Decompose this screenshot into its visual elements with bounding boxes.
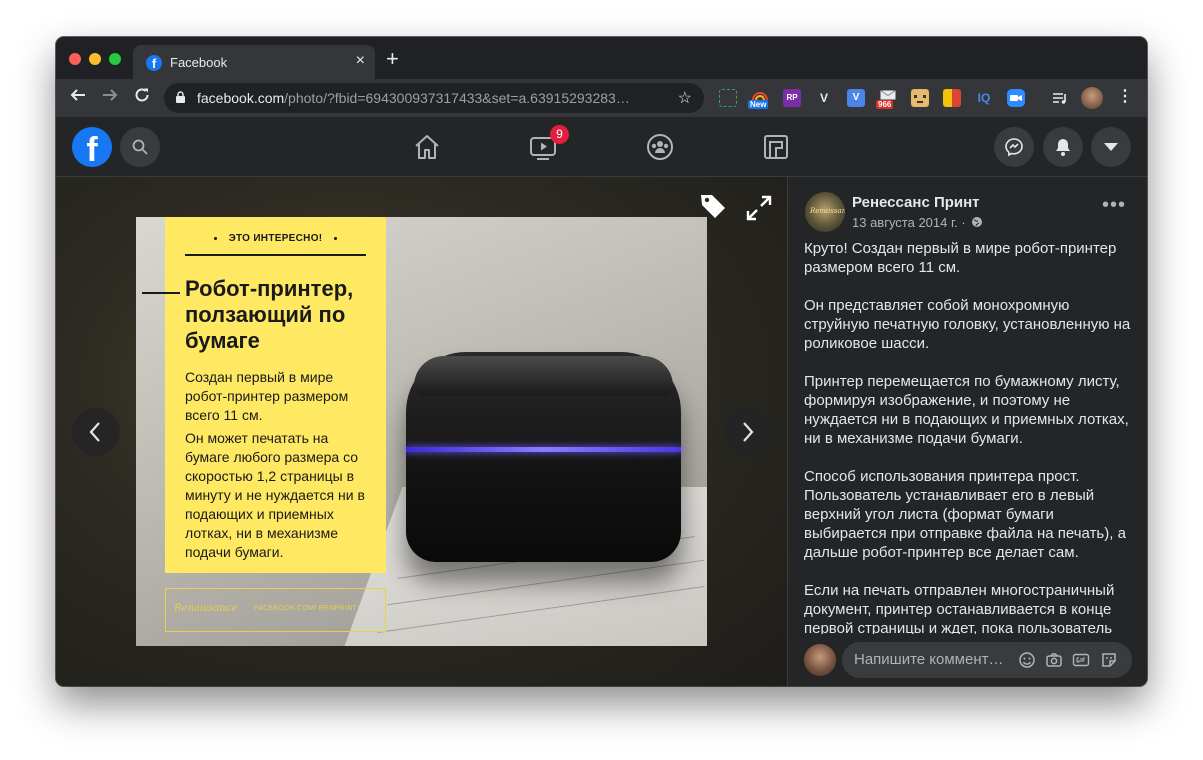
photo-footer-box: Renaissance FACEBOOK.COM/ RENPRINT (165, 588, 386, 632)
mail-count-badge: 966 (876, 100, 894, 109)
video-camera-icon (1010, 95, 1022, 101)
post-photo[interactable]: ЭТО ИНТЕРЕСНО! Робот-принтер, ползающий … (136, 217, 707, 646)
lock-icon (176, 91, 185, 103)
v-blue-ext-icon[interactable]: V (847, 89, 865, 107)
post-date[interactable]: 13 августа 2014 г. · (852, 215, 983, 230)
kicker: ЭТО ИНТЕРЕСНО! (185, 233, 366, 256)
post-author[interactable]: Ренессанс Принт (852, 194, 980, 211)
watch-notification-badge: 9 (550, 125, 569, 144)
comment-bar: Напишите коммент… (788, 638, 1147, 686)
tab-facebook[interactable]: f Facebook × (133, 45, 375, 79)
comment-input[interactable]: Напишите коммент… (842, 642, 1132, 678)
groups-icon[interactable] (645, 132, 675, 162)
post-text: Круто! Создан первый в мире робот-принте… (804, 239, 1139, 634)
headline-body-1: Создан первый в мире робот-принтер разме… (185, 369, 349, 423)
bell-icon (1056, 139, 1070, 156)
more-options-icon[interactable]: ••• (1102, 195, 1126, 215)
reload-button[interactable] (134, 87, 150, 107)
device-light-ring (406, 447, 681, 452)
post-paragraph: Принтер перемещается по бумажному листу,… (804, 373, 1129, 447)
address-bar[interactable]: facebook.com/photo/?fbid=694300937317433… (164, 83, 704, 113)
page-avatar[interactable]: Renaissance (805, 192, 845, 232)
post-date-text: 13 августа 2014 г. · (852, 215, 966, 230)
url-path: /photo/?fbid=694300937317433&set=a.63915… (284, 90, 630, 106)
reload-icon (135, 88, 149, 102)
screenshot-ext-icon[interactable] (719, 89, 737, 107)
avatar-logo-text: Renaissance (810, 207, 845, 215)
photo-viewer: ЭТО ИНТЕРЕСНО! Робот-принтер, ползающий … (56, 177, 787, 686)
face-ext-icon[interactable] (911, 89, 929, 107)
chevron-left-icon (89, 422, 100, 442)
maximize-window-button[interactable] (109, 53, 121, 65)
gaming-icon[interactable] (761, 132, 791, 162)
tag-icon[interactable] (698, 191, 728, 221)
rp-ext-icon[interactable]: RP (783, 89, 801, 107)
post-side-panel: Renaissance Ренессанс Принт 13 августа 2… (787, 177, 1147, 686)
minimize-window-button[interactable] (89, 53, 101, 65)
globe-icon (972, 217, 983, 227)
face-icon (914, 95, 926, 103)
next-photo-button[interactable] (723, 408, 771, 456)
home-icon[interactable] (412, 132, 442, 162)
new-badge: New (748, 100, 769, 109)
gif-icon[interactable] (1072, 651, 1090, 669)
headline-body-2: Он может печатать на бумаге любого разме… (185, 430, 365, 560)
sticker-icon[interactable] (1100, 651, 1118, 669)
kicker-text: ЭТО ИНТЕРЕСНО! (228, 233, 323, 244)
caret-down-icon (1104, 143, 1118, 151)
back-button[interactable] (70, 87, 86, 107)
url-text: facebook.com/photo/?fbid=694300937317433… (197, 90, 630, 106)
facebook-header: f 9 (56, 117, 1147, 177)
mail-ext-icon[interactable]: 966 (876, 89, 897, 109)
facebook-favicon-icon: f (146, 55, 162, 71)
close-window-button[interactable] (69, 53, 81, 65)
comment-placeholder: Напишите коммент… (854, 651, 1004, 668)
search-icon (132, 139, 148, 155)
facebook-logo-icon[interactable]: f (72, 127, 112, 167)
post-paragraph: Если на печать отправлен многостраничный… (804, 582, 1115, 634)
notifications-button[interactable] (1043, 127, 1083, 167)
iq-ext-icon[interactable]: IQ (975, 89, 993, 107)
fullscreen-icon[interactable] (744, 193, 774, 223)
profile-avatar[interactable] (1081, 87, 1103, 109)
headline-dash (142, 292, 180, 294)
messenger-button[interactable] (994, 127, 1034, 167)
previous-photo-button[interactable] (72, 408, 120, 456)
browser-window: f Facebook × + facebook.com/photo/?fbid=… (56, 37, 1147, 686)
tab-title: Facebook (170, 55, 228, 70)
footer-url: FACEBOOK.COM/ RENPRINT (254, 605, 358, 612)
account-menu-button[interactable] (1091, 127, 1131, 167)
search-button[interactable] (120, 127, 160, 167)
tab-strip: f Facebook × + (56, 37, 1147, 79)
rainbow-ext-icon[interactable]: New (748, 89, 769, 109)
new-tab-button[interactable]: + (386, 48, 399, 70)
envelope-icon (880, 90, 896, 100)
headline: Робот-принтер, ползающий по бумаге (185, 276, 354, 353)
headline-panel: ЭТО ИНТЕРЕСНО! Робот-принтер, ползающий … (142, 217, 386, 573)
camera-icon[interactable] (1045, 651, 1063, 669)
messenger-icon (1005, 138, 1023, 157)
zoom-ext-icon[interactable] (1007, 89, 1025, 107)
arrow-left-icon (70, 89, 85, 101)
arrow-right-icon (103, 89, 118, 101)
robot-printer-device (406, 352, 681, 562)
my-avatar[interactable] (804, 644, 836, 676)
renaissance-signature: Renaissance (174, 603, 238, 614)
url-host: facebook.com (197, 90, 285, 106)
post-paragraph: Он представляет собой монохромную струйн… (804, 297, 1131, 352)
media-queue-icon[interactable] (1051, 89, 1069, 107)
browser-toolbar: facebook.com/photo/?fbid=694300937317433… (56, 79, 1147, 117)
chrome-menu-icon[interactable]: ⋮ (1116, 89, 1134, 107)
tab-close-icon[interactable]: × (356, 52, 365, 70)
device-top (414, 356, 673, 396)
flag-ext-icon[interactable] (943, 89, 961, 107)
chevron-right-icon (743, 422, 754, 442)
post-paragraph: Способ использования принтера прост. Пол… (804, 468, 1126, 561)
bookmark-star-icon[interactable]: ☆ (678, 88, 692, 108)
forward-button[interactable] (102, 87, 118, 107)
v-ext-icon[interactable]: V (815, 89, 833, 107)
playlist-icon (1053, 93, 1066, 104)
post-paragraph: Круто! Создан первый в мире робот-принте… (804, 240, 1117, 276)
emoji-icon[interactable] (1018, 651, 1036, 669)
